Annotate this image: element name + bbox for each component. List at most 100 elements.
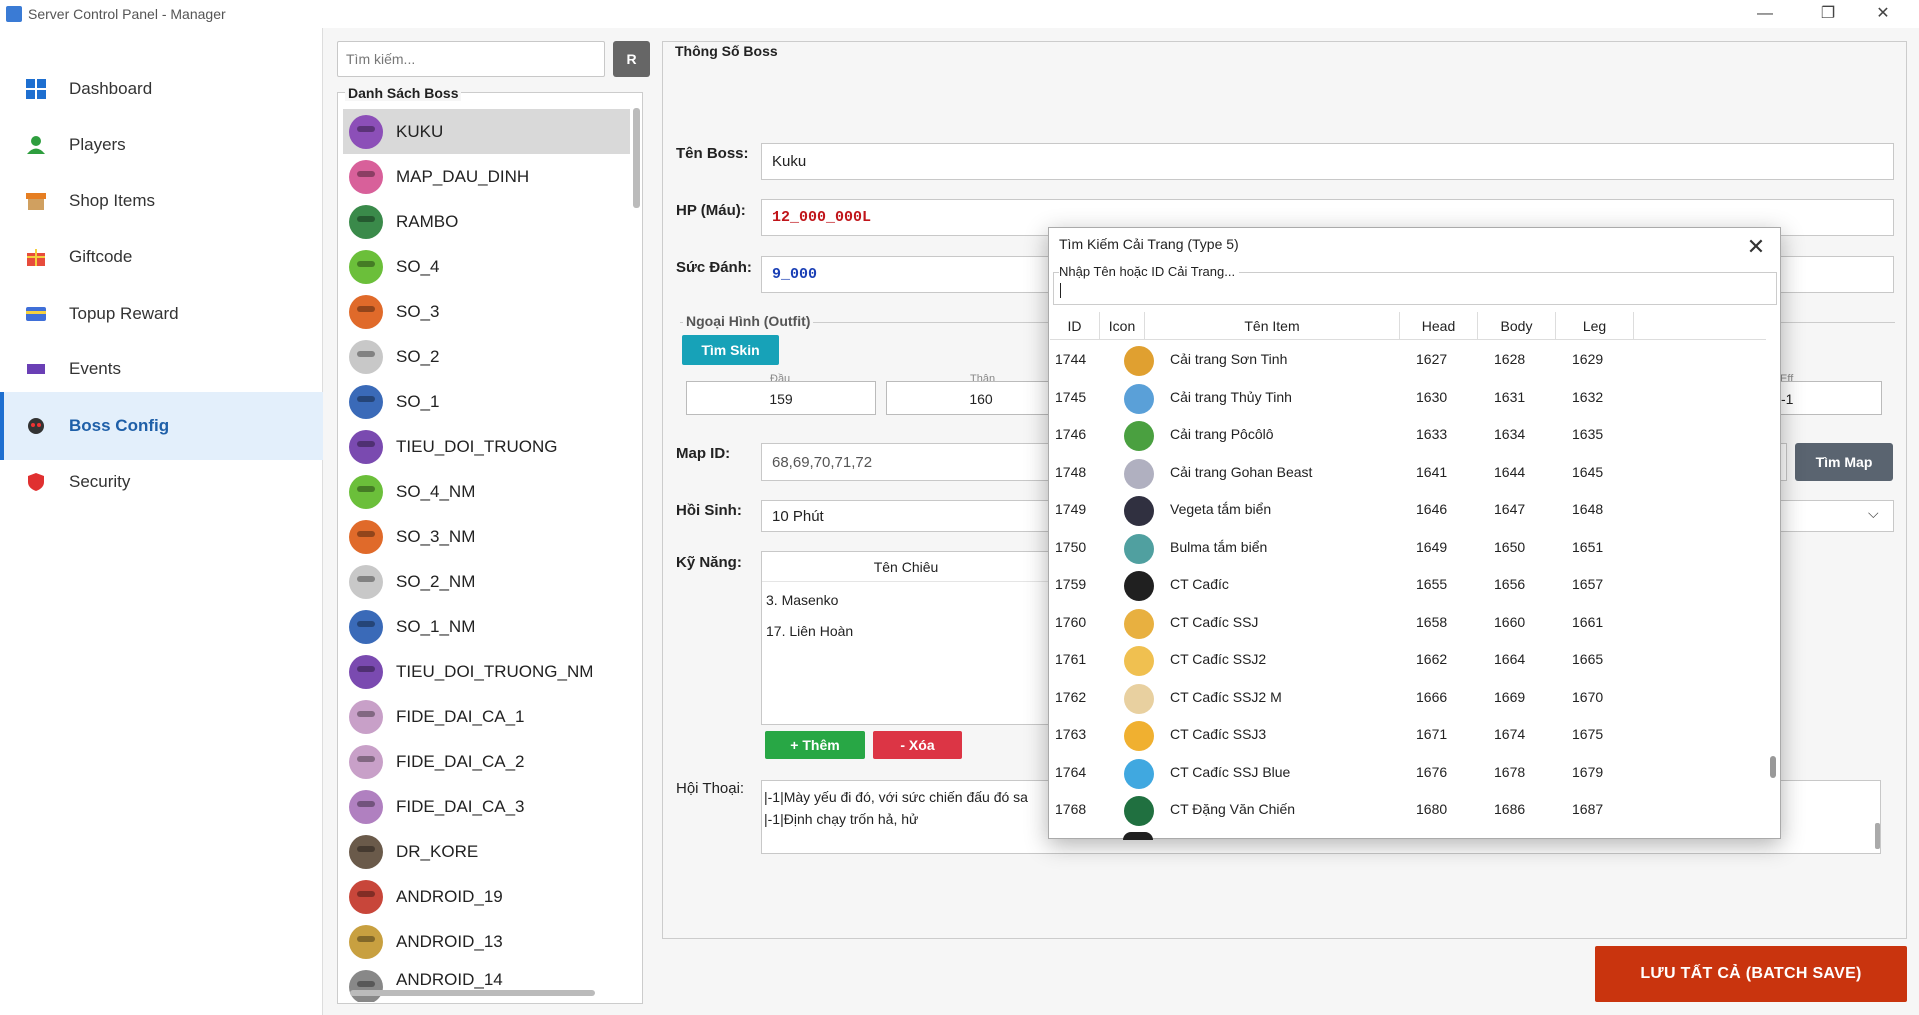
chat-scrollbar[interactable] bbox=[1875, 823, 1880, 849]
skill-row[interactable]: 17. Liên Hoàn bbox=[766, 623, 853, 639]
cell-body: 1678 bbox=[1494, 763, 1526, 780]
refresh-button[interactable]: R bbox=[613, 41, 650, 77]
col-header-leg[interactable]: Leg bbox=[1556, 312, 1634, 340]
boss-name-field[interactable]: Kuku bbox=[761, 143, 1894, 180]
item-icon bbox=[1124, 496, 1154, 526]
table-row[interactable]: 1744 Cải trang Sơn Tinh 1627 1628 1629 bbox=[1050, 342, 1766, 380]
boss-list-item[interactable]: ANDROID_14 bbox=[343, 964, 630, 1002]
cell-body: 1628 bbox=[1494, 351, 1526, 367]
name-label: Tên Boss: bbox=[676, 145, 749, 162]
boss-list-scrollbar[interactable] bbox=[633, 108, 640, 208]
boss-icon bbox=[25, 415, 47, 437]
head-field[interactable]: 159 bbox=[686, 381, 876, 415]
cell-leg: 1651 bbox=[1572, 538, 1604, 555]
table-row[interactable]: 1750 Bulma tắm biển 1649 1650 1651 bbox=[1050, 530, 1766, 568]
partial-row-icon bbox=[1123, 832, 1153, 840]
col-header-id[interactable]: ID bbox=[1050, 312, 1100, 340]
respawn-label: Hồi Sinh: bbox=[676, 502, 742, 519]
app-icon bbox=[6, 6, 22, 22]
boss-list-item[interactable]: SO_3_NM bbox=[343, 514, 630, 559]
skin-search-dialog: Tìm Kiếm Cải Trang (Type 5) ✕ Nhập Tên h… bbox=[1048, 227, 1781, 840]
table-row[interactable]: 1762 CT Cađíc SSJ2 M 1666 1669 1670 bbox=[1050, 680, 1766, 718]
boss-list-item[interactable]: SO_3 bbox=[343, 289, 630, 334]
sidebar-item-label: Boss Config bbox=[69, 416, 170, 435]
boss-list-item[interactable]: TIEU_DOI_TRUONG_NM bbox=[343, 649, 630, 694]
item-icon bbox=[1124, 796, 1154, 826]
col-header-head[interactable]: Head bbox=[1400, 312, 1478, 340]
boss-params-title: Thông Số Boss bbox=[672, 43, 781, 59]
table-row[interactable]: 1746 Cải trang Pôcôlô 1633 1634 1635 bbox=[1050, 417, 1766, 455]
boss-list-item[interactable]: SO_2 bbox=[343, 334, 630, 379]
chevron-down-icon: ⌵ bbox=[1868, 505, 1879, 521]
boss-avatar bbox=[349, 609, 383, 644]
gift-icon bbox=[25, 246, 47, 268]
cell-name: CT Đặng Văn Chiến bbox=[1170, 801, 1296, 817]
boss-list-item[interactable]: KUKU bbox=[343, 109, 630, 154]
title-bar: Server Control Panel - Manager — ❐ ✕ bbox=[0, 0, 1919, 28]
skill-row[interactable]: 3. Masenko bbox=[766, 592, 838, 608]
boss-list-item[interactable]: SO_4 bbox=[343, 244, 630, 289]
boss-avatar bbox=[349, 789, 383, 824]
dialog-search-label: Nhập Tên hoặc ID Cải Trang... bbox=[1059, 264, 1240, 279]
boss-list-item[interactable]: ANDROID_19 bbox=[343, 874, 630, 919]
table-row[interactable]: 1748 Cải trang Gohan Beast 1641 1644 1645 bbox=[1050, 455, 1766, 493]
item-icon bbox=[1124, 533, 1154, 564]
table-row[interactable]: 1763 CT Cađíc SSJ3 1671 1674 1675 bbox=[1050, 717, 1766, 755]
table-row[interactable]: 1764 CT Cađíc SSJ Blue 1676 1678 1679 bbox=[1050, 755, 1766, 793]
maximize-button[interactable]: ❐ bbox=[1805, 2, 1851, 26]
boss-name: SO_4_NM bbox=[396, 481, 476, 501]
col-header-icon[interactable]: Icon bbox=[1100, 312, 1145, 340]
skill-label: Kỹ Năng: bbox=[676, 554, 742, 571]
table-row[interactable]: 1749 Vegeta tắm biển 1646 1647 1648 bbox=[1050, 492, 1766, 530]
col-header-tên-item[interactable]: Tên Item bbox=[1145, 312, 1400, 340]
table-row[interactable]: 1761 CT Cađíc SSJ2 1662 1664 1665 bbox=[1050, 642, 1766, 680]
boss-list-item[interactable]: SO_4_NM bbox=[343, 469, 630, 514]
boss-list-item[interactable]: RAMBO bbox=[343, 199, 630, 244]
find-map-button[interactable]: Tìm Map bbox=[1795, 443, 1893, 481]
table-header: ID Icon Tên Item Head Body Leg bbox=[1050, 312, 1766, 340]
boss-list-item[interactable]: TIEU_DOI_TRUONG bbox=[343, 424, 630, 469]
cell-name: CT Cađíc SSJ3 bbox=[1170, 726, 1267, 742]
col-header-body[interactable]: Body bbox=[1478, 312, 1556, 340]
boss-avatar bbox=[349, 924, 383, 959]
boss-search-input[interactable]: Tìm kiếm... bbox=[337, 41, 605, 77]
boss-list-item[interactable]: MAP_DAU_DINH bbox=[343, 154, 630, 199]
minimize-button[interactable]: — bbox=[1742, 2, 1788, 26]
cell-leg: 1661 bbox=[1572, 613, 1604, 630]
add-skill-button[interactable]: + Thêm bbox=[765, 731, 865, 759]
close-window-button[interactable]: ✕ bbox=[1860, 2, 1906, 26]
find-skin-button[interactable]: Tìm Skin bbox=[682, 335, 779, 365]
boss-name: RAMBO bbox=[396, 211, 459, 231]
boss-list-item[interactable]: FIDE_DAI_CA_2 bbox=[343, 739, 630, 784]
cell-head: 1671 bbox=[1416, 726, 1448, 742]
sidebar-item-label: Security bbox=[69, 472, 131, 491]
batch-save-button[interactable]: LƯU TẤT CẢ (BATCH SAVE) bbox=[1595, 946, 1907, 1002]
boss-avatar bbox=[349, 339, 383, 374]
sidebar-item-label: Shop Items bbox=[69, 191, 155, 210]
cell-name: CT Cađíc SSJ bbox=[1170, 613, 1259, 630]
sidebar-item-security[interactable]: Security bbox=[0, 448, 323, 516]
text-caret bbox=[1060, 283, 1061, 298]
delete-skill-button[interactable]: - Xóa bbox=[873, 731, 962, 759]
table-row[interactable]: 1745 Cải trang Thủy Tinh 1630 1631 1632 bbox=[1050, 380, 1766, 418]
boss-list-item[interactable]: ANDROID_13 bbox=[343, 919, 630, 964]
close-icon[interactable]: ✕ bbox=[1739, 230, 1773, 264]
eff-field[interactable]: -1 bbox=[1774, 381, 1882, 415]
cell-leg: 1670 bbox=[1572, 688, 1604, 705]
boss-avatar bbox=[349, 384, 383, 419]
table-row[interactable]: 1760 CT Cađíc SSJ 1658 1660 1661 bbox=[1050, 605, 1766, 643]
cell-name: CT Cađíc SSJ Blue bbox=[1170, 763, 1291, 780]
boss-list-item[interactable]: SO_1_NM bbox=[343, 604, 630, 649]
table-row[interactable]: 1759 CT Cađíc 1655 1656 1657 bbox=[1050, 567, 1766, 605]
cell-id: 1761 bbox=[1055, 651, 1087, 667]
dialog-scrollbar[interactable] bbox=[1770, 756, 1776, 778]
boss-list-item[interactable]: DR_KORE bbox=[343, 829, 630, 874]
boss-list-item[interactable]: SO_1 bbox=[343, 379, 630, 424]
boss-list-hscrollbar[interactable] bbox=[350, 990, 595, 996]
boss-list-item[interactable]: FIDE_DAI_CA_1 bbox=[343, 694, 630, 739]
cell-body: 1664 bbox=[1494, 651, 1526, 667]
boss-name: KUKU bbox=[396, 121, 444, 141]
table-row[interactable]: 1768 CT Đặng Văn Chiến 1680 1686 1687 bbox=[1050, 792, 1766, 830]
boss-list-item[interactable]: SO_2_NM bbox=[343, 559, 630, 604]
boss-list-item[interactable]: FIDE_DAI_CA_3 bbox=[343, 784, 630, 829]
